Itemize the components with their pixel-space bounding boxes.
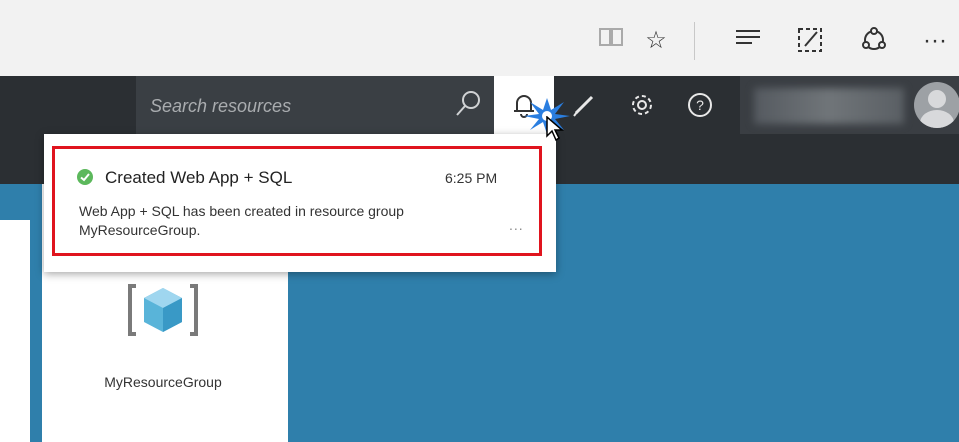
tile-divider (38, 184, 42, 442)
browser-toolbar: ☆ ··· (0, 0, 959, 76)
mouse-pointer-icon (546, 115, 565, 147)
notification-time: 6:25 PM (445, 170, 498, 186)
settings-gear-icon (632, 95, 652, 115)
help-button[interactable]: ? (676, 76, 722, 134)
tile-label: MyResourceGroup (104, 374, 222, 390)
avatar[interactable] (914, 82, 959, 128)
edit-pencil-icon (573, 95, 594, 117)
help-icon: ? (688, 93, 712, 117)
web-note-icon[interactable] (794, 26, 826, 56)
notification-message-line1: Web App + SQL has been created in resour… (79, 203, 404, 219)
notifications-flyout: Created Web App + SQL 6:25 PM Web App + … (44, 134, 556, 272)
search-icon[interactable] (454, 88, 484, 123)
notification-message-line2: MyResourceGroup. (79, 222, 201, 238)
avatar-body (920, 110, 954, 128)
settings-button[interactable] (618, 76, 664, 134)
more-icon[interactable]: ··· (918, 26, 952, 56)
success-check-icon (77, 169, 93, 190)
share-icon[interactable] (858, 26, 890, 56)
search-box[interactable] (136, 76, 494, 134)
account-menu[interactable] (740, 76, 959, 134)
notification-more-button[interactable]: ... (509, 217, 524, 233)
svg-text:?: ? (696, 97, 704, 113)
avatar-head (928, 90, 946, 108)
toolbar-divider (694, 22, 695, 60)
notification-message: Web App + SQL has been created in resour… (79, 202, 499, 240)
notification-title: Created Web App + SQL (105, 168, 293, 187)
notification-item[interactable]: Created Web App + SQL 6:25 PM Web App + … (52, 146, 542, 256)
resource-group-icon (126, 280, 200, 345)
reading-view-icon[interactable] (596, 26, 626, 56)
favorite-star-icon[interactable]: ☆ (640, 26, 672, 56)
search-input[interactable] (148, 90, 442, 122)
hub-icon[interactable] (732, 26, 764, 56)
account-name-blurred (754, 88, 904, 124)
sidebar-strip (0, 220, 30, 442)
